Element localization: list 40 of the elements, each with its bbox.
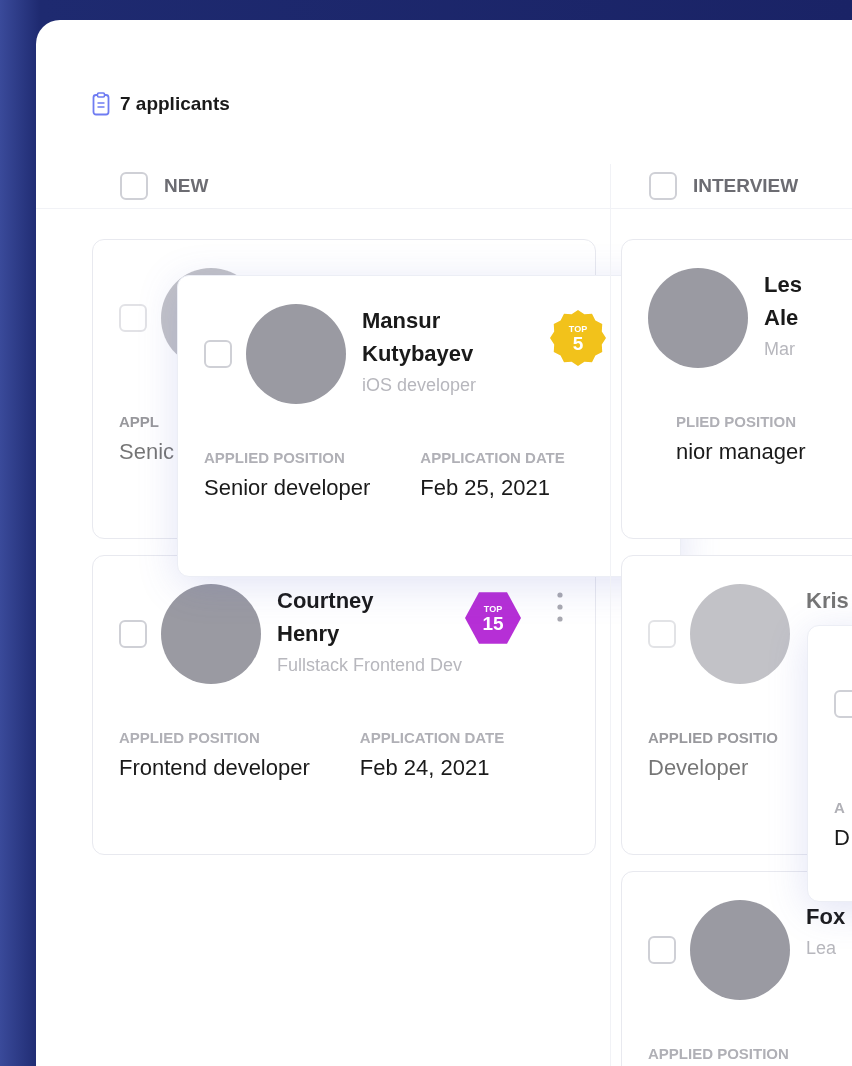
field-label: APPLICATION DATE (420, 448, 565, 468)
field-value: Frontend developer (119, 754, 310, 782)
applicant-name: Kris (806, 587, 849, 615)
field-label: A (834, 798, 846, 818)
applicant-name: Mansur Kutybayev (362, 307, 474, 368)
field-value: Feb 25, 2021 (420, 474, 551, 502)
applicant-role: Fullstack Frontend Dev (277, 654, 463, 677)
field-label: APPLIED POSITION (648, 1044, 789, 1064)
field-label: APPLIED POSITION (204, 448, 346, 468)
checkbox[interactable] (204, 340, 232, 368)
applicant-role: Mar (764, 338, 796, 361)
checkbox[interactable] (649, 172, 677, 200)
checkbox[interactable] (119, 620, 147, 648)
applicant-name: Fox (806, 903, 846, 931)
more-options-icon[interactable] (557, 592, 563, 622)
clipboard-icon (92, 92, 110, 116)
checkbox[interactable] (120, 172, 148, 200)
field-value: Senic (119, 438, 175, 466)
rank-badge: TOP 5 (550, 310, 606, 366)
applicant-name: Les Ale (764, 271, 802, 332)
field-label: APPLIED POSITIO (648, 728, 779, 748)
rank-badge: TOP 15 (465, 590, 521, 646)
checkbox[interactable] (119, 304, 147, 332)
applicant-count: 7 applicants (120, 93, 230, 115)
applicant-role: Lea (806, 937, 838, 960)
field-label: APPLIED POSITION (119, 728, 261, 748)
field-value: nior manager (676, 438, 806, 466)
column-title: INTERVIEW (693, 175, 799, 197)
field-value: D (834, 824, 850, 852)
applicant-role: iOS developer (362, 374, 477, 397)
field-value: Senior developer (204, 474, 371, 502)
checkbox[interactable] (648, 936, 676, 964)
applicant-name: Courtney Henry (277, 587, 374, 648)
field-value: Feb 24, 2021 (359, 754, 491, 782)
field-label: APPL (119, 412, 160, 432)
checkbox[interactable] (648, 620, 676, 648)
field-value: Developer (648, 754, 750, 782)
field-label: APPLICATION DATE (359, 728, 505, 748)
column-title: NEW (164, 175, 209, 197)
field-label: PLIED POSITION (676, 412, 797, 432)
